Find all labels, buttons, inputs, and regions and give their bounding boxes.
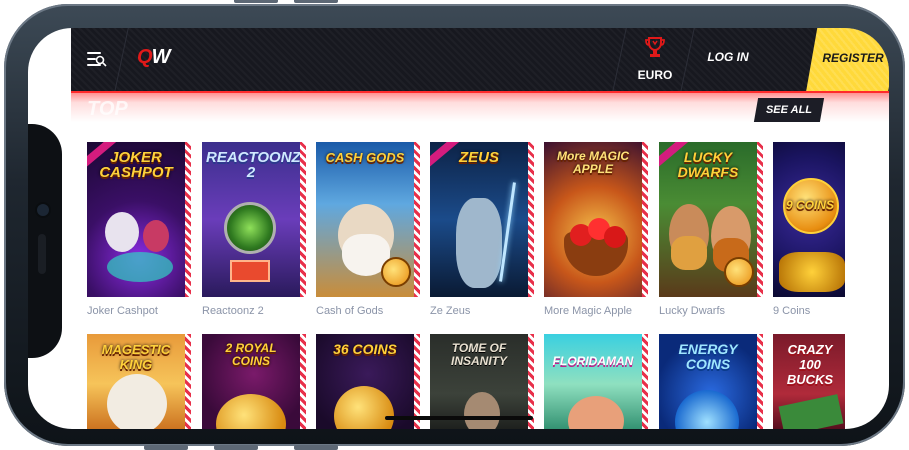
game-art-title: 36 COINS [333,341,397,357]
phone-volume-button [234,0,278,3]
game-art-title: CRAZY 100 BUCKS [786,342,834,387]
game-tile-royal-coins-2[interactable]: 2 ROYAL COINS [202,334,306,429]
game-name[interactable]: More Magic Apple [544,305,632,317]
see-all-button[interactable]: SEE ALL [753,98,825,122]
register-label: REGISTER [822,51,884,65]
phone-notch [28,124,62,358]
game-tile-ze-zeus[interactable]: ZEUS [430,142,534,297]
register-button[interactable]: REGISTER [806,28,889,92]
game-art-title: TOME OF INSANITY [450,341,507,368]
game-art-title: 2 ROYAL COINS [225,341,277,368]
game-art-title: ENERGY COINS [678,341,738,372]
game-art-title: LUCKY DWARFS [677,149,739,180]
game-tile-36-coins[interactable]: 36 COINS [316,334,420,429]
site-logo[interactable]: QW [137,46,171,69]
tile-stripe [185,142,191,297]
game-name[interactable]: Cash of Gods [316,305,383,317]
game-tile-crazy-100-bucks[interactable]: CRAZY 100 BUCKS [773,334,845,429]
header-divider [612,28,627,92]
tile-stripe [414,142,420,297]
game-tile-lucky-dwarfs[interactable]: LUCKY DWARFS [659,142,763,297]
game-name[interactable]: 9 Coins [773,305,810,317]
home-indicator[interactable] [385,416,533,420]
game-tile-floridaman[interactable]: FLORIDAMAN [544,334,648,429]
menu-search-icon[interactable] [87,52,107,67]
tile-stripe [185,334,191,429]
see-all-label: SEE ALL [765,104,813,116]
game-art-title: ZEUS [458,149,499,166]
game-tile-joker-cashpot[interactable]: JOKER CASHPOT [87,142,191,297]
phone-side-button [144,445,188,450]
phone-frame: QW EURO LOG IN REGISTER TOP SEE ALL JOKE… [4,0,905,450]
tile-stripe [757,142,763,297]
phone-screen: QW EURO LOG IN REGISTER TOP SEE ALL JOKE… [28,28,889,429]
currency-selector[interactable]: EURO [629,32,681,88]
logo-w: W [151,46,171,68]
game-name[interactable]: Reactoonz 2 [202,305,264,317]
game-tile-energy-coins[interactable]: ENERGY COINS [659,334,763,429]
header-divider [114,28,129,92]
front-camera [37,204,49,216]
bonus-badge [381,257,411,287]
currency-label: EURO [637,68,673,82]
logo-q: Q [137,46,153,68]
tile-stripe [300,142,306,297]
game-art-title: 9 COINS [785,198,834,212]
section-title: TOP [87,98,128,120]
game-name[interactable]: Joker Cashpot [87,305,158,317]
game-art-title: REACTOONZ 2 [206,149,301,181]
game-art-title: FLORIDAMAN [552,354,634,368]
game-art-title: More MAGIC APPLE [557,149,629,176]
game-tile-cash-of-gods[interactable]: CASH GODS [316,142,420,297]
game-tile-9-coins[interactable]: 9 COINS [773,142,845,297]
game-tile-more-magic-apple[interactable]: More MAGIC APPLE [544,142,648,297]
game-tile-reactoonz-2[interactable]: REACTOONZ 2 [202,142,306,297]
game-name[interactable]: Ze Zeus [430,305,470,317]
earpiece-speaker [38,234,46,274]
tile-stripe [300,334,306,429]
bonus-badge [724,257,754,287]
phone-volume-button [294,0,338,3]
trophy-icon [645,37,665,57]
tile-stripe [642,334,648,429]
tile-stripe [642,142,648,297]
tile-stripe [528,142,534,297]
game-name[interactable]: Lucky Dwarfs [659,305,725,317]
site-header: QW EURO LOG IN REGISTER [71,28,889,92]
header-accent-line [71,91,889,93]
phone-side-button [214,445,258,450]
phone-side-button [294,445,338,450]
game-art-title: MAGESTIC KING [101,342,171,372]
tile-stripe [528,334,534,429]
login-button[interactable]: LOG IN [693,50,763,64]
game-tile-magestic-king[interactable]: MAGESTIC KING [87,334,191,429]
game-art-title: CASH GODS [325,150,405,165]
game-art-title: JOKER CASHPOT [99,149,173,181]
tile-stripe [757,334,763,429]
game-tile-tome-of-insanity[interactable]: TOME OF INSANITY [430,334,534,429]
tile-stripe [414,334,420,429]
